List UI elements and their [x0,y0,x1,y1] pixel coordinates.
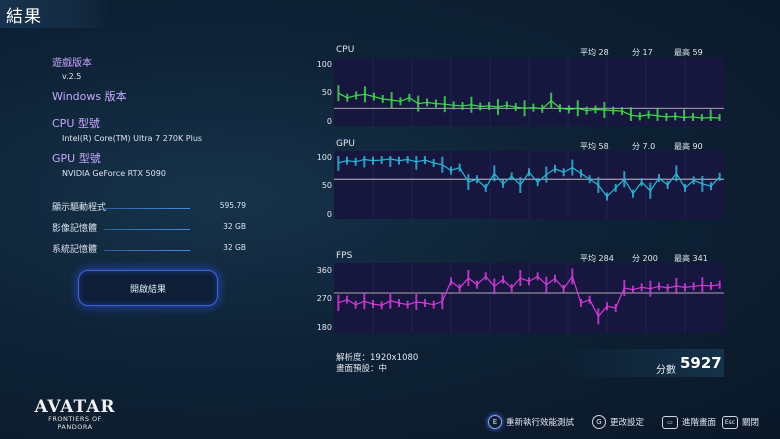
cpu-peak-label: 最高 [674,48,690,57]
rerun-benchmark-label: 重新執行效能測試 [506,418,575,428]
esc-key-icon: Esc [722,415,738,429]
gpu-peak-label: 最高 [674,142,690,151]
game-logo: AVATAR FRONTIERS OF PANDORA [30,397,120,431]
preset-value: 中 [378,364,388,374]
rerun-benchmark-action[interactable]: E 重新執行效能測試 [488,414,574,430]
stat-value: 32 GB [223,222,246,231]
gpu-avg-label: 平均 [580,142,596,151]
gpu-tick: 100 [316,153,332,162]
cpu-value: Intel(R) Core(TM) Ultra 7 270K Plus [62,134,203,143]
stat-row-driver: 顯示驅動程式 595.79 [52,200,248,214]
cpu-chart-svg [334,58,724,126]
cpu-chart-title: CPU [336,45,355,55]
cpu-peak-value: 59 [692,48,703,57]
e-key-icon: E [488,415,502,429]
advanced-view-action[interactable]: ▭ 進階畫面 [662,414,716,430]
fps-chart-svg [334,263,724,333]
score-value: 5927 [680,354,722,372]
score-label: 分數 [656,365,676,376]
fps-tick: 270 [316,294,332,303]
close-label: 關閉 [742,418,760,428]
cpu-plot [334,58,724,126]
page-title: 結果 [6,7,42,27]
version-value: v.2.5 [62,72,82,81]
cpu-tick: 0 [326,117,332,126]
gpu-avg-value: 58 [598,142,609,151]
stat-label: 顯示驅動程式 [52,203,107,213]
advanced-view-label: 進階畫面 [682,418,717,428]
platform-label: Windows 版本 [52,90,127,103]
fps-avg-label: 平均 [580,254,596,263]
gpu-tick: 0 [326,210,332,219]
cpu-label: CPU 型號 [52,117,100,130]
cpu-peak: 最高 59 [674,47,703,58]
gpu-score-label: 分 [632,142,640,151]
gpu-tick: 50 [321,181,332,190]
stat-value: 32 GB [223,243,246,252]
fps-chart-title: FPS [336,251,353,261]
stat-label: 系統記憶體 [52,245,98,255]
stat-divider [104,250,190,251]
gpu-value: NVIDIA GeForce RTX 5090 [62,169,166,178]
fps-tick: 360 [316,266,332,275]
mouse-key-icon: ▭ [662,415,678,429]
fps-avg-value: 284 [598,254,614,263]
open-results-button[interactable]: 開啟結果 [78,270,218,306]
change-settings-action[interactable]: G 更改設定 [592,414,644,430]
fps-plot [334,263,724,333]
cpu-score-value: 17 [642,48,653,57]
preset-info: 畫面預設：中 [336,362,387,374]
logo-title: AVATAR [34,397,116,417]
cpu-score-label: 分 [632,48,640,57]
fps-peak-value: 341 [692,254,708,263]
stat-row-vram: 影像記憶體 32 GB [52,221,248,235]
cpu-avg-label: 平均 [580,48,596,57]
stat-value: 595.79 [219,201,246,210]
logo-subtitle: FRONTIERS OF PANDORA [48,415,102,431]
gpu-chart-title: GPU [336,139,355,149]
preset-label: 畫面預設： [336,364,379,374]
stat-row-ram: 系統記憶體 32 GB [52,242,248,256]
cpu-score: 分 17 [632,47,653,58]
stat-divider [104,208,190,209]
gpu-label: GPU 型號 [52,152,101,165]
gpu-plot [334,151,724,219]
fps-tick: 180 [316,323,332,332]
gpu-chart-svg [334,151,724,219]
cpu-avg-value: 28 [598,48,609,57]
cpu-tick: 50 [321,88,332,97]
stat-label: 影像記憶體 [52,224,98,234]
stat-divider [104,229,190,230]
cpu-tick: 100 [316,60,332,69]
close-action[interactable]: Esc 關閉 [722,414,759,430]
gpu-score-value: 7.0 [642,142,656,151]
cpu-avg: 平均 28 [580,47,609,58]
fps-score-value: 200 [642,254,658,263]
fps-peak-label: 最高 [674,254,690,263]
version-label: 遊戲版本 [52,58,92,69]
g-key-icon: G [592,415,606,429]
gpu-peak-value: 90 [692,142,703,151]
fps-score-label: 分 [632,254,640,263]
change-settings-label: 更改設定 [610,418,645,428]
